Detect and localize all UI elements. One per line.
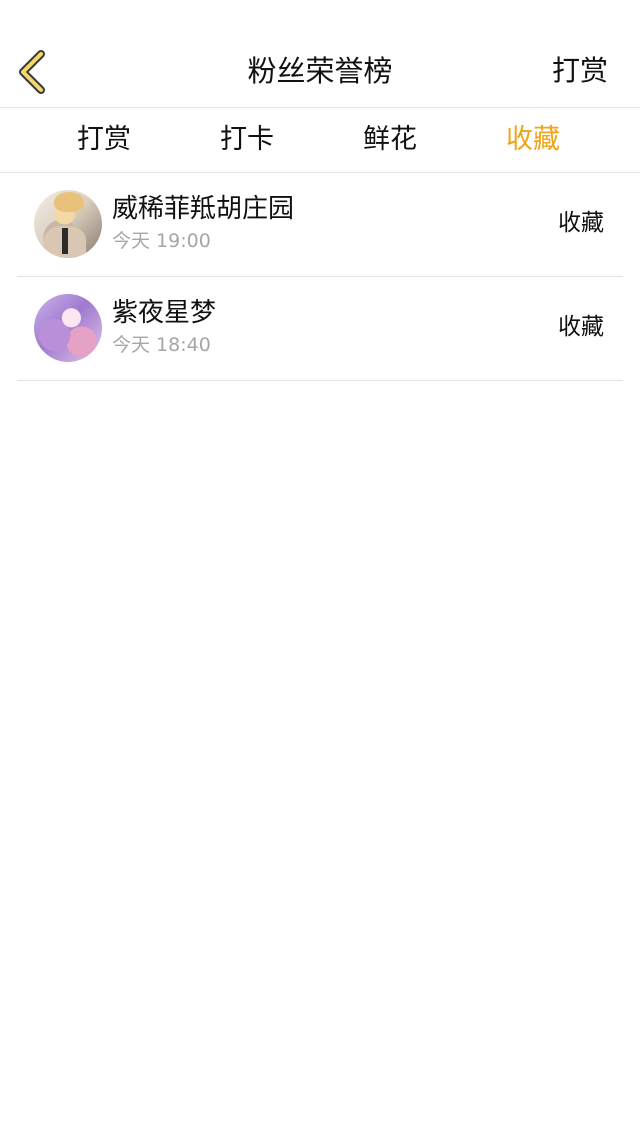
fan-list: 威稀菲羝胡庄园 今天 19:00 收藏 紫夜星梦 今天 18:40 收藏 — [0, 173, 640, 381]
list-item[interactable]: 威稀菲羝胡庄园 今天 19:00 收藏 — [17, 173, 623, 277]
user-name: 威稀菲羝胡庄园 — [112, 194, 295, 224]
action-label: 收藏 — [558, 210, 604, 236]
action-label: 收藏 — [558, 314, 604, 340]
nav-bar: 粉丝荣誉榜 打赏 — [0, 0, 640, 108]
user-name: 紫夜星梦 — [112, 298, 217, 328]
avatar[interactable] — [34, 294, 102, 362]
timestamp: 今天 18:40 — [112, 334, 211, 356]
tab-checkin[interactable]: 打卡 — [187, 118, 307, 162]
tab-favorites[interactable]: 收藏 — [473, 118, 593, 162]
page-title: 粉丝荣誉榜 — [247, 54, 393, 88]
tab-bar: 打赏 打卡 鲜花 收藏 — [0, 108, 640, 173]
timestamp: 今天 19:00 — [112, 230, 211, 252]
list-item[interactable]: 紫夜星梦 今天 18:40 收藏 — [17, 277, 623, 381]
reward-button[interactable]: 打赏 — [552, 50, 608, 92]
tab-flowers[interactable]: 鲜花 — [330, 118, 450, 162]
tab-reward[interactable]: 打赏 — [44, 118, 164, 162]
avatar[interactable] — [34, 190, 102, 258]
